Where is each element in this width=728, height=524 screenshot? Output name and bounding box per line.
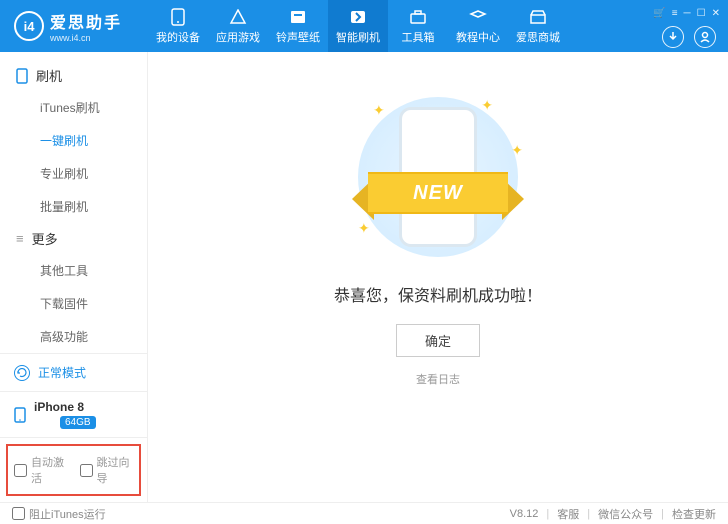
- nav-label: 工具箱: [402, 29, 435, 45]
- nav-tutorials[interactable]: 教程中心: [448, 0, 508, 52]
- highlighted-options: 自动激活 跳过向导: [6, 444, 141, 496]
- apps-icon: [228, 8, 248, 26]
- tutorial-icon: [468, 8, 488, 26]
- nav-label: 应用游戏: [216, 29, 260, 45]
- toolbox-icon: [408, 8, 428, 26]
- nav-label: 铃声壁纸: [276, 29, 320, 45]
- nav-label: 教程中心: [456, 29, 500, 45]
- device-info[interactable]: iPhone 8 64GB: [0, 392, 147, 438]
- ok-button[interactable]: 确定: [396, 324, 480, 357]
- nav-toolbox[interactable]: 工具箱: [388, 0, 448, 52]
- sidebar-group-flash[interactable]: 刷机: [0, 60, 147, 91]
- sidebar-group-label: 更多: [32, 229, 58, 248]
- phone-icon: [16, 68, 28, 84]
- refresh-icon: [14, 365, 30, 381]
- minimize-icon[interactable]: ─: [684, 8, 691, 19]
- link-update[interactable]: 检查更新: [672, 506, 716, 522]
- checkbox-label: 阻止iTunes运行: [29, 506, 106, 522]
- link-wechat[interactable]: 微信公众号: [598, 506, 653, 522]
- mode-label: 正常模式: [38, 364, 86, 381]
- close-icon[interactable]: ✕: [712, 8, 720, 19]
- status-bar: 阻止iTunes运行 V8.12 | 客服 | 微信公众号 | 检查更新: [0, 502, 728, 524]
- main-content: ✦ ✦ ✦ ✦ NEW 恭喜您，保资料刷机成功啦！ 确定 查看日志: [148, 52, 728, 502]
- nav-label: 我的设备: [156, 29, 200, 45]
- app-name: 爱思助手: [50, 9, 122, 33]
- nav-apps[interactable]: 应用游戏: [208, 0, 268, 52]
- device-mode[interactable]: 正常模式: [0, 354, 147, 392]
- sidebar-item-pro-flash[interactable]: 专业刷机: [0, 157, 147, 190]
- download-icon[interactable]: [662, 26, 684, 48]
- user-icon[interactable]: [694, 26, 716, 48]
- sidebar: 刷机 iTunes刷机 一键刷机 专业刷机 批量刷机 ≡ 更多 其他工具 下载固…: [0, 52, 148, 502]
- device-storage-badge: 64GB: [60, 416, 96, 429]
- app-url: www.i4.cn: [50, 33, 122, 43]
- nav-label: 智能刷机: [336, 29, 380, 45]
- view-log-link[interactable]: 查看日志: [416, 371, 460, 387]
- sidebar-item-oneclick-flash[interactable]: 一键刷机: [0, 124, 147, 157]
- device-name: iPhone 8: [34, 400, 96, 414]
- sidebar-group-label: 刷机: [36, 66, 62, 85]
- more-icon: ≡: [16, 231, 24, 246]
- sidebar-item-batch-flash[interactable]: 批量刷机: [0, 190, 147, 223]
- sidebar-group-more[interactable]: ≡ 更多: [0, 223, 147, 254]
- sidebar-item-advanced[interactable]: 高级功能: [0, 320, 147, 353]
- device-icon: [168, 8, 188, 26]
- version-label: V8.12: [510, 508, 539, 520]
- logo: i4 爱思助手 www.i4.cn: [0, 9, 148, 43]
- cart-icon[interactable]: 🛒: [653, 8, 665, 19]
- logo-icon: i4: [14, 11, 44, 41]
- nav-label: 爱思商城: [516, 29, 560, 45]
- ribbon-text: NEW: [368, 172, 508, 214]
- menu-icon[interactable]: ≡: [672, 8, 678, 19]
- top-nav: 我的设备 应用游戏 铃声壁纸 智能刷机 工具箱 教程中心 爱思商城: [148, 0, 653, 52]
- maximize-icon[interactable]: ☐: [697, 8, 706, 19]
- store-icon: [528, 8, 548, 26]
- checkbox-block-itunes[interactable]: 阻止iTunes运行: [12, 506, 106, 522]
- sidebar-item-other-tools[interactable]: 其他工具: [0, 254, 147, 287]
- app-header: i4 爱思助手 www.i4.cn 我的设备 应用游戏 铃声壁纸 智能刷机 工具…: [0, 0, 728, 52]
- checkbox-auto-activate[interactable]: 自动激活: [14, 454, 68, 486]
- flash-icon: [348, 8, 368, 26]
- sidebar-item-itunes-flash[interactable]: iTunes刷机: [0, 91, 147, 124]
- ringtone-icon: [288, 8, 308, 26]
- checkbox-label: 自动激活: [31, 454, 68, 486]
- sidebar-item-download-firmware[interactable]: 下载固件: [0, 287, 147, 320]
- success-illustration: ✦ ✦ ✦ ✦ NEW: [343, 92, 533, 262]
- link-support[interactable]: 客服: [557, 506, 579, 522]
- nav-store[interactable]: 爱思商城: [508, 0, 568, 52]
- phone-icon: [14, 407, 26, 423]
- nav-flash[interactable]: 智能刷机: [328, 0, 388, 52]
- nav-my-device[interactable]: 我的设备: [148, 0, 208, 52]
- window-controls: 🛒 ≡ ─ ☐ ✕: [653, 4, 728, 19]
- checkbox-skip-guide[interactable]: 跳过向导: [80, 454, 134, 486]
- success-message: 恭喜您，保资料刷机成功啦！: [334, 282, 542, 306]
- checkbox-label: 跳过向导: [97, 454, 134, 486]
- nav-ringtones[interactable]: 铃声壁纸: [268, 0, 328, 52]
